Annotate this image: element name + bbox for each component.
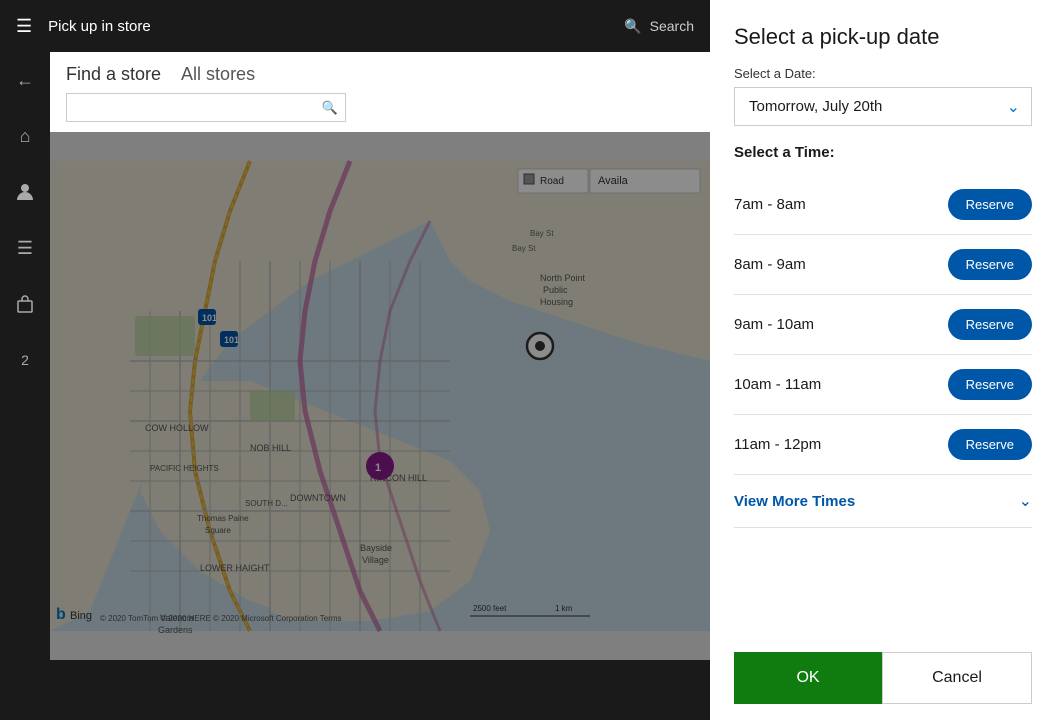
select-date-label: Select a Date: [734,66,1032,81]
time-slot-4: 11am - 12pm Reserve [734,415,1032,475]
time-label-0: 7am - 8am [734,196,806,213]
reserve-btn-4[interactable]: Reserve [948,429,1032,460]
view-more-chevron-icon: ⌄ [1019,491,1032,511]
bottom-bar [0,660,710,720]
select-time-label: Select a Time: [734,144,1032,161]
store-search-input[interactable] [66,93,346,122]
time-slot-2: 9am - 10am Reserve [734,295,1032,355]
view-more-row[interactable]: View More Times ⌄ [734,475,1032,528]
app-title: Pick up in store [48,18,608,35]
store-search-wrapper: 🔍 [66,93,346,122]
reserve-btn-1[interactable]: Reserve [948,249,1032,280]
sidebar-icons: ← ⌂ ☰ 2 [0,52,50,720]
dim-overlay [50,132,710,660]
sidebar-people-icon[interactable] [7,174,43,210]
app-left-panel: ☰ Pick up in store 🔍 Search ← ⌂ ☰ 2 Find… [0,0,710,720]
find-store-label: Find a store [66,64,161,85]
pickup-panel: Select a pick-up date Select a Date: Tom… [710,0,1056,720]
view-more-text: View More Times [734,493,855,510]
store-main: Find a store All stores 🔍 [50,52,710,660]
search-row: 🔍 [50,93,710,132]
time-label-4: 11am - 12pm [734,436,821,453]
panel-footer: OK Cancel [734,636,1032,720]
ok-button[interactable]: OK [734,652,882,704]
store-search-icon: 🔍 [322,100,338,116]
search-icon-top: 🔍 [624,18,641,35]
sidebar-list-icon[interactable]: ☰ [7,230,43,266]
time-slot-0: 7am - 8am Reserve [734,175,1032,235]
reserve-btn-0[interactable]: Reserve [948,189,1032,220]
top-bar: ☰ Pick up in store 🔍 Search [0,0,710,52]
cancel-button[interactable]: Cancel [882,652,1032,704]
date-dropdown[interactable]: Tomorrow, July 20th [734,87,1032,126]
reserve-btn-2[interactable]: Reserve [948,309,1032,340]
sidebar-number-badge: 2 [7,342,43,378]
date-dropdown-wrapper: Tomorrow, July 20th ⌄ [734,87,1032,126]
time-slot-1: 8am - 9am Reserve [734,235,1032,295]
search-label: Search [650,18,694,34]
panel-title: Select a pick-up date [734,24,1032,50]
sidebar-bag-icon[interactable] [7,286,43,322]
time-label-1: 8am - 9am [734,256,806,273]
time-label-2: 9am - 10am [734,316,814,333]
store-header: Find a store All stores [50,52,710,93]
reserve-btn-3[interactable]: Reserve [948,369,1032,400]
map-area: COW HOLLOW PACIFIC HEIGHTS NOB HILL DOWN… [50,132,710,660]
content-area: ← ⌂ ☰ 2 Find a store All stores 🔍 [0,52,710,720]
hamburger-icon[interactable]: ☰ [16,16,32,37]
time-label-3: 10am - 11am [734,376,821,393]
search-bar-top: 🔍 Search [624,18,694,35]
time-slots: 7am - 8am Reserve 8am - 9am Reserve 9am … [734,175,1032,636]
all-stores-label: All stores [181,64,255,85]
sidebar-back-icon[interactable]: ← [7,62,43,98]
time-slot-3: 10am - 11am Reserve [734,355,1032,415]
sidebar-home-icon[interactable]: ⌂ [7,118,43,154]
